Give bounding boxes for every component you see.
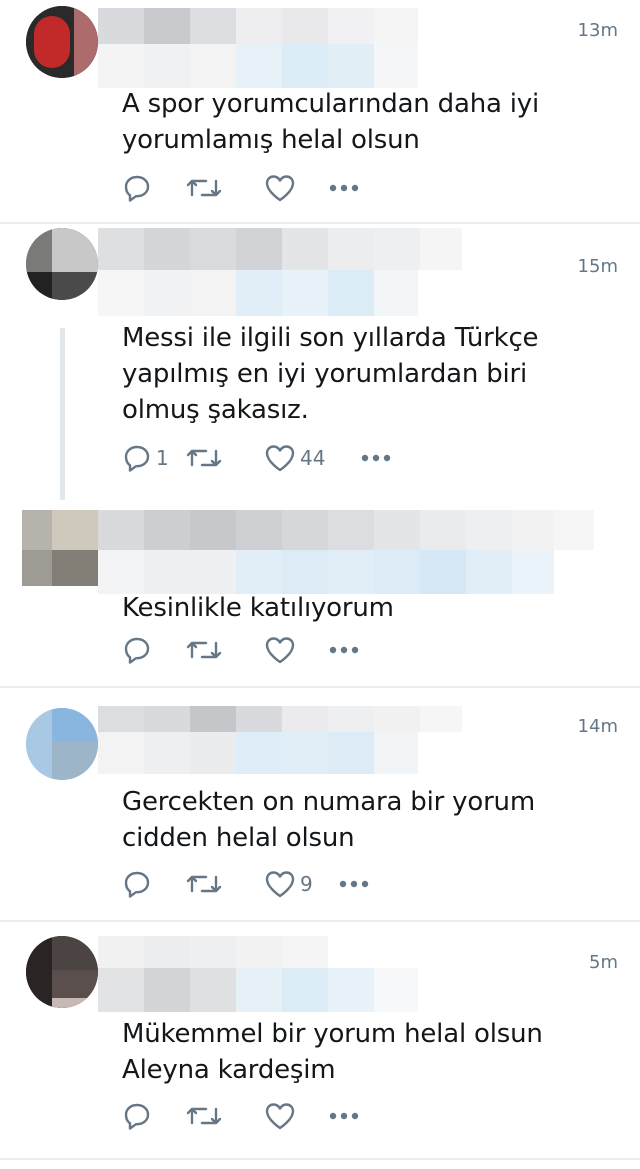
heart-icon (265, 445, 295, 472)
more-icon (361, 454, 391, 462)
reply-icon (124, 1103, 150, 1130)
retweet-icon (186, 179, 222, 197)
like-button[interactable] (264, 1101, 328, 1131)
tweet-text-line: Messi ile ilgili son yıllarda Türkçe (122, 323, 539, 353)
tweet-text-line: olmuş şakasız. (122, 395, 309, 425)
reply-icon (124, 445, 150, 472)
tweet-text-line: Kesinlikle katılıyorum (122, 593, 394, 623)
reply-button[interactable]: 1 (122, 443, 186, 473)
heart-icon (265, 637, 295, 664)
tweet-actions: 1 44 (122, 440, 400, 476)
tweet-text: Messi ile ilgili son yıllarda Türkçe yap… (122, 320, 539, 428)
tweet-text-line: Mükemmel bir yorum helal olsun (122, 1019, 543, 1049)
divider (0, 1158, 640, 1160)
tweet-text-line: Gercekten on numara bir yorum (122, 787, 535, 817)
like-button[interactable] (264, 173, 328, 203)
avatar[interactable] (26, 228, 98, 300)
tweet-text: Mükemmel bir yorum helal olsun Aleyna ka… (122, 1016, 543, 1088)
tweet-text-line: yapılmış en iyi yorumlardan biri (122, 359, 528, 389)
tweet-text-line: Aleyna kardeşim (122, 1055, 336, 1085)
retweet-icon (186, 449, 222, 467)
reply-button[interactable] (122, 635, 186, 665)
more-button[interactable] (328, 182, 368, 194)
avatar[interactable] (26, 936, 98, 1008)
reply-tweet[interactable]: 14m Gercekten on numara bir yorum cidden… (0, 688, 640, 920)
reply-tweet[interactable]: 5m Mükemmel bir yorum helal olsun Aleyna… (0, 922, 640, 1158)
tweet-text: A spor yorumcularından daha iyi yorumlam… (122, 86, 539, 158)
avatar[interactable] (26, 6, 98, 78)
reply-tweet[interactable]: 13m A spor yorumcularından daha iyi yoru… (0, 0, 640, 222)
more-icon (339, 880, 369, 888)
reply-count: 1 (156, 446, 169, 470)
tweet-actions: 9 (122, 866, 378, 902)
more-button[interactable] (360, 452, 400, 464)
reply-button[interactable] (122, 173, 186, 203)
retweet-icon (186, 641, 222, 659)
heart-icon (265, 871, 295, 898)
timestamp[interactable]: 5m (589, 952, 618, 973)
tweet-actions (122, 1098, 368, 1134)
tweet-text-line: yorumlamış helal olsun (122, 125, 420, 155)
retweet-button[interactable] (186, 869, 264, 899)
reply-button[interactable] (122, 869, 186, 899)
reply-button[interactable] (122, 1101, 186, 1131)
more-button[interactable] (328, 1110, 368, 1122)
reply-tweet[interactable]: 15m Messi ile ilgili son yıllarda Türkçe… (0, 224, 640, 506)
tweet-text-line: cidden helal olsun (122, 823, 355, 853)
more-icon (329, 184, 359, 192)
heart-icon (265, 1103, 295, 1130)
reply-icon (124, 175, 150, 202)
retweet-button[interactable] (186, 635, 264, 665)
timestamp[interactable]: 15m (578, 256, 618, 277)
timestamp[interactable]: 13m (578, 20, 618, 41)
tweet-text-line: A spor yorumcularından daha iyi (122, 89, 539, 119)
avatar[interactable] (26, 708, 98, 780)
like-button[interactable]: 9 (264, 869, 338, 899)
retweet-button[interactable] (186, 443, 264, 473)
reply-tweet[interactable]: Kesinlikle katılıyorum (0, 506, 640, 686)
like-button[interactable]: 44 (264, 443, 360, 473)
more-icon (329, 646, 359, 654)
thread-line (60, 328, 65, 500)
like-count: 9 (300, 872, 313, 896)
retweet-button[interactable] (186, 1101, 264, 1131)
retweet-icon (186, 1107, 222, 1125)
tweet-text: Kesinlikle katılıyorum (122, 590, 394, 626)
more-button[interactable] (328, 644, 368, 656)
reply-icon (124, 637, 150, 664)
retweet-button[interactable] (186, 173, 264, 203)
tweet-actions (122, 632, 368, 668)
more-icon (329, 1112, 359, 1120)
retweet-icon (186, 875, 222, 893)
heart-icon (265, 175, 295, 202)
like-count: 44 (300, 446, 326, 470)
timestamp[interactable]: 14m (578, 716, 618, 737)
like-button[interactable] (264, 635, 328, 665)
tweet-text: Gercekten on numara bir yorum cidden hel… (122, 784, 535, 856)
reply-icon (124, 871, 150, 898)
more-button[interactable] (338, 878, 378, 890)
avatar[interactable] (22, 550, 98, 586)
tweet-actions (122, 170, 368, 206)
